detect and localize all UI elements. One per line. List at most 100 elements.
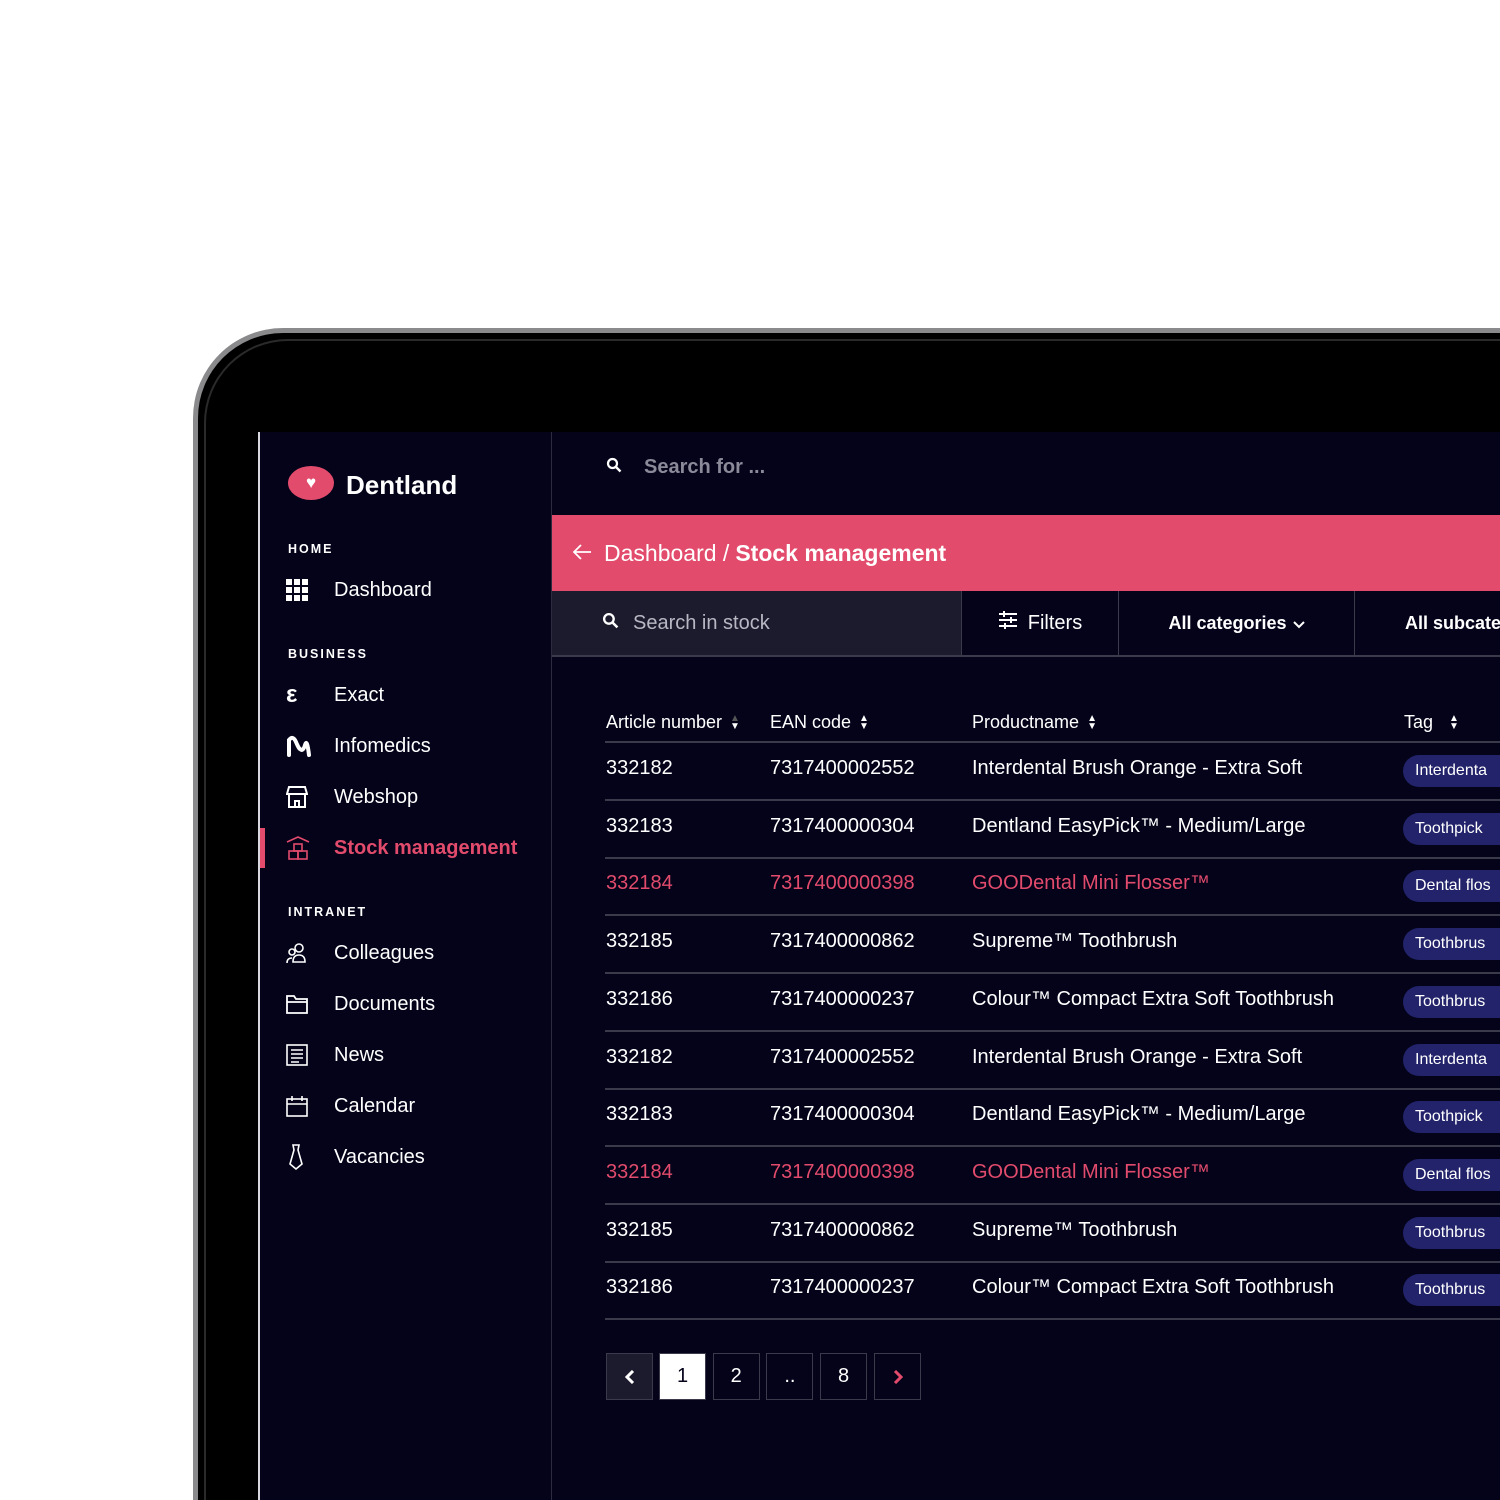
section-intranet: INTRANET [288, 905, 368, 919]
brand-name: Dentland [346, 470, 458, 500]
sidebar-item-stock-management[interactable]: Stock management [286, 833, 517, 863]
sidebar-item-vacancies[interactable]: Vacancies [286, 1142, 425, 1172]
categories-dropdown[interactable]: All categories [1119, 591, 1355, 655]
sidebar-item-webshop[interactable]: Webshop [286, 782, 418, 812]
page-1-button[interactable]: 1 [659, 1353, 706, 1400]
article-number: 332182 [606, 1045, 673, 1068]
tag-badge: Interdenta [1403, 1043, 1500, 1076]
article-number: 332186 [606, 987, 673, 1010]
table-row[interactable]: 332184 7317400000398 GOODental Mini Flos… [605, 858, 1500, 917]
sort-icon: ▲ ▼ [730, 712, 740, 732]
breadcrumb: Dashboard / Stock management [552, 515, 1500, 591]
table-row[interactable]: 332183 7317400000304 Dentland EasyPick™ … [605, 1089, 1500, 1148]
product-name[interactable]: Interdental Brush Orange - Extra Soft [972, 1046, 1302, 1069]
sidebar-item-documents[interactable]: Documents [286, 989, 435, 1019]
ean-code: 7317400000862 [770, 1218, 915, 1241]
product-name[interactable]: Interdental Brush Orange - Extra Soft [972, 757, 1302, 780]
sidebar-item-label: Dashboard [334, 578, 432, 601]
table-row[interactable]: 332185 7317400000862 Supreme™ Toothbrush… [605, 1205, 1500, 1263]
article-number: 332185 [606, 930, 673, 953]
sidebar-item-label: Exact [334, 683, 385, 706]
page-title: Stock management [735, 539, 947, 566]
back-arrow-icon[interactable] [572, 540, 592, 567]
ean-code: 7317400000398 [770, 1160, 915, 1183]
infomedics-icon [286, 735, 334, 757]
sliders-icon [998, 610, 1018, 636]
tie-icon [286, 1144, 334, 1170]
categories-label: All categories [1168, 612, 1287, 633]
tag-badge: Toothbrus [1403, 1274, 1500, 1307]
breadcrumb-dashboard-link[interactable]: Dashboard / [604, 540, 729, 567]
table-row[interactable]: 332184 7317400000398 GOODental Mini Flos… [605, 1147, 1500, 1205]
table-row[interactable]: 332185 7317400000862 Supreme™ Toothbrush… [605, 916, 1500, 975]
table-row[interactable]: 332182 7317400002552 Interdental Brush O… [605, 743, 1500, 801]
product-name[interactable]: GOODental Mini Flosser™ [972, 1161, 1210, 1184]
boxes-icon [286, 836, 334, 860]
prev-page-button[interactable] [606, 1353, 653, 1400]
article-number: 332184 [606, 1160, 673, 1183]
article-number: 332185 [606, 1218, 673, 1241]
product-name[interactable]: Supreme™ Toothbrush [972, 1219, 1177, 1242]
table-row[interactable]: 332186 7317400000237 Colour™ Compact Ext… [605, 974, 1500, 1032]
table-row[interactable]: 332186 7317400000237 Colour™ Compact Ext… [605, 1262, 1500, 1321]
tag-badge: Dental flos [1403, 870, 1500, 903]
sort-icon: ▲ ▼ [1449, 712, 1459, 732]
ean-code: 7317400002552 [770, 757, 915, 779]
calendar-icon [286, 1095, 334, 1117]
global-search-input[interactable]: Search for ... [644, 456, 765, 479]
sidebar-item-infomedics[interactable]: Infomedics [286, 731, 431, 761]
sidebar-item-calendar[interactable]: Calendar [286, 1091, 415, 1121]
product-name[interactable]: Dentland EasyPick™ - Medium/Large [972, 815, 1305, 838]
tag-badge: Toothbrus [1403, 985, 1500, 1018]
page-2-button[interactable]: 2 [712, 1353, 760, 1400]
sidebar-item-exact[interactable]: ε Exact [286, 680, 384, 710]
col-ean-code[interactable]: EAN code ▲ ▼ [770, 712, 869, 733]
sidebar-item-label: Webshop [334, 785, 419, 808]
article-number: 332186 [606, 1276, 673, 1299]
subcategories-label: All subcate [1405, 612, 1500, 633]
tag-badge: Toothpick [1403, 1101, 1500, 1134]
tag-badge: Interdenta [1403, 755, 1500, 787]
page-ellipsis-button[interactable]: .. [766, 1353, 814, 1400]
product-name[interactable]: Dentland EasyPick™ - Medium/Large [972, 1103, 1305, 1126]
newspaper-icon [286, 1044, 334, 1066]
col-article-number[interactable]: Article number ▲ ▼ [606, 712, 740, 733]
toolbar: Search in stock Filters All categories A… [552, 591, 1500, 657]
product-name[interactable]: GOODental Mini Flosser™ [972, 872, 1210, 895]
sidebar-item-label: Colleagues [334, 941, 435, 964]
stock-search[interactable]: Search in stock [552, 591, 962, 655]
subcategories-dropdown[interactable]: All subcate [1355, 591, 1500, 655]
next-page-button[interactable] [874, 1353, 921, 1400]
product-name[interactable]: Colour™ Compact Extra Soft Toothbrush [972, 988, 1334, 1011]
sidebar-item-colleagues[interactable]: Colleagues [286, 938, 434, 968]
sidebar-item-news[interactable]: News [286, 1040, 384, 1070]
table-row[interactable]: 332182 7317400002552 Interdental Brush O… [605, 1032, 1500, 1090]
store-icon [286, 786, 334, 808]
article-number: 332182 [606, 757, 673, 779]
product-name[interactable]: Supreme™ Toothbrush [972, 930, 1177, 953]
grid-icon [286, 579, 334, 601]
stock-search-input[interactable]: Search in stock [633, 612, 770, 635]
col-tag[interactable]: Tag ▲ ▼ [1404, 712, 1459, 733]
sort-icon: ▲ ▼ [859, 712, 869, 732]
tag-badge: Dental flos [1403, 1158, 1500, 1191]
ean-code: 7317400000304 [770, 814, 915, 837]
table-row[interactable]: 332183 7317400000304 Dentland EasyPick™ … [605, 801, 1500, 859]
sidebar: ♥ Dentland HOME Dashboard BUSINESS ε Exact In… [260, 432, 552, 1500]
global-search[interactable]: Search for ... [606, 456, 765, 479]
tag-badge: Toothpick [1403, 812, 1500, 845]
product-name[interactable]: Colour™ Compact Extra Soft Toothbrush [972, 1276, 1334, 1299]
sidebar-item-label: Calendar [334, 1094, 416, 1117]
ean-code: 7317400000237 [770, 1276, 915, 1299]
filters-button[interactable]: Filters [962, 591, 1119, 655]
section-business: BUSINESS [288, 647, 368, 661]
sidebar-item-label: Documents [334, 992, 436, 1015]
sidebar-item-dashboard[interactable]: Dashboard [286, 575, 432, 605]
sidebar-item-label: Stock management [334, 836, 518, 859]
page-8-button[interactable]: 8 [820, 1353, 868, 1400]
col-productname[interactable]: Productname ▲ ▼ [972, 712, 1097, 733]
folder-icon [286, 994, 334, 1014]
ean-code: 7317400000862 [770, 930, 915, 953]
search-icon [606, 456, 622, 479]
filters-label: Filters [1027, 611, 1083, 634]
